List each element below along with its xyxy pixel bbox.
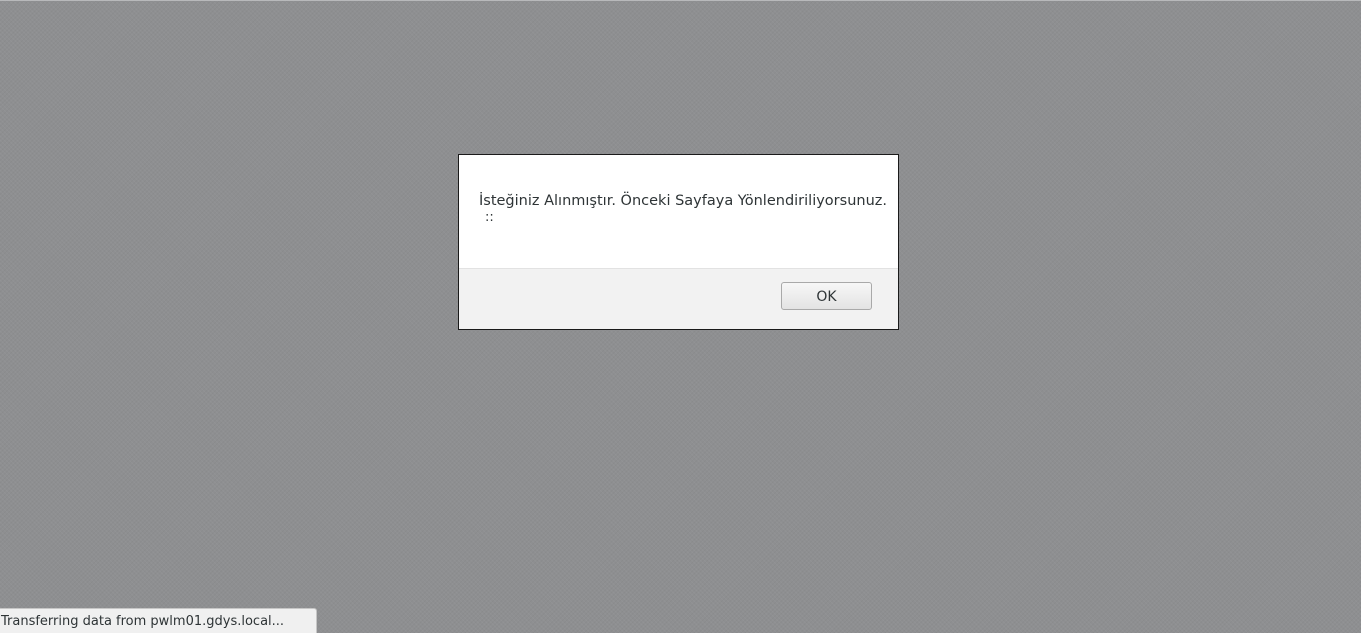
alert-dialog: İsteğiniz Alınmıştır. Önceki Sayfaya Yön… [458, 154, 899, 330]
window-top-border [0, 0, 1361, 1]
dialog-body: İsteğiniz Alınmıştır. Önceki Sayfaya Yön… [459, 155, 898, 268]
dialog-sub-message: :: [485, 210, 494, 225]
status-bar: Transferring data from pwlm01.gdys.local… [0, 608, 317, 633]
ok-button[interactable]: OK [781, 282, 872, 310]
status-text: Transferring data from pwlm01.gdys.local… [1, 614, 285, 629]
dialog-footer: OK [459, 268, 898, 329]
dialog-message: İsteğiniz Alınmıştır. Önceki Sayfaya Yön… [479, 193, 887, 209]
page-background: { "dialog": { "message": "İsteğiniz Alın… [0, 0, 1361, 633]
